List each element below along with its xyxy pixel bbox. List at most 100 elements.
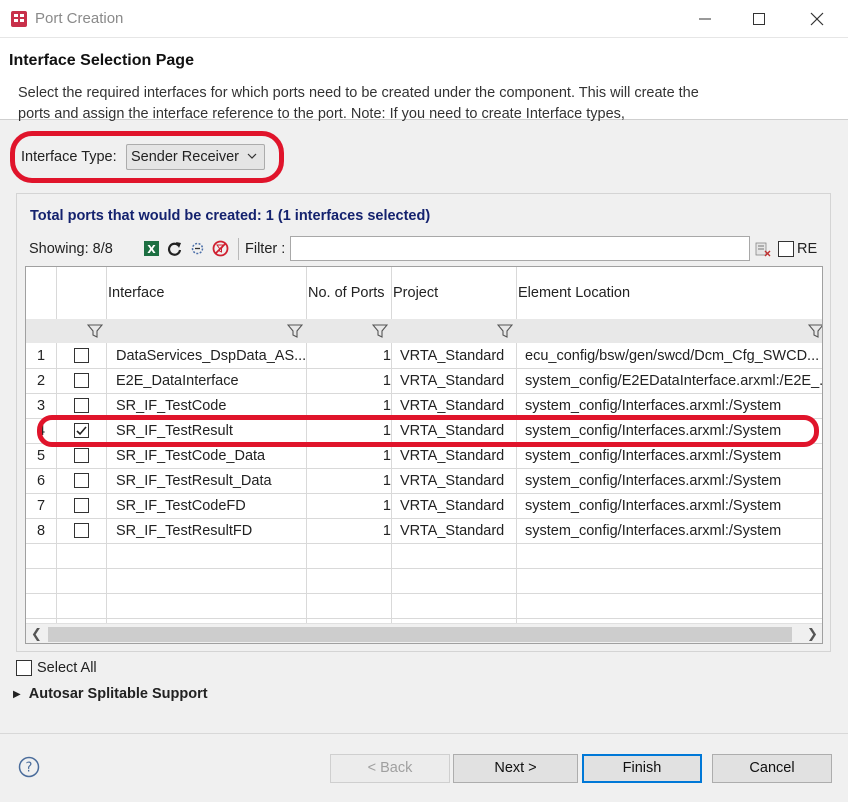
- back-button[interactable]: < Back: [330, 754, 450, 783]
- column-header-project[interactable]: Project: [393, 285, 438, 301]
- app-icon: [11, 11, 27, 27]
- row-number: 8: [37, 523, 46, 539]
- project-cell: VRTA_Standard: [400, 348, 505, 364]
- column-filter-row: [26, 319, 822, 343]
- ports-cell: 1: [382, 498, 391, 514]
- ports-cell: 1: [382, 373, 391, 389]
- table-row[interactable]: 5 SR_IF_TestCode_Data 1 VRTA_Standard system…: [26, 444, 822, 469]
- row-number: 6: [37, 473, 46, 489]
- project-cell: VRTA_Standard: [400, 498, 505, 514]
- next-button[interactable]: Next >: [453, 754, 578, 783]
- location-cell: system_config/Interfaces.arxml:/System: [525, 448, 782, 464]
- scroll-left-icon[interactable]: ❮: [31, 626, 42, 642]
- row-checkbox[interactable]: [74, 373, 89, 388]
- grid-line: [26, 618, 822, 619]
- project-cell: VRTA_Standard: [400, 473, 505, 489]
- maximize-icon: [753, 13, 765, 25]
- title-bar: Port Creation: [0, 0, 848, 38]
- interface-cell: DataServices_DspData_AS...: [116, 348, 306, 364]
- interface-cell: SR_IF_TestResult_Data: [116, 473, 272, 489]
- help-icon[interactable]: ?: [18, 756, 40, 778]
- filter-input[interactable]: [290, 236, 750, 261]
- maximize-button[interactable]: [746, 6, 772, 32]
- clear-text-icon[interactable]: [755, 241, 772, 258]
- ports-cell: 1: [382, 448, 391, 464]
- cancel-button[interactable]: Cancel: [712, 754, 832, 783]
- interface-cell: SR_IF_TestCode: [116, 398, 227, 414]
- splitable-support-label: Autosar Splitable Support: [28, 686, 208, 702]
- horizontal-scrollbar[interactable]: ❮ ❯: [26, 623, 822, 643]
- page-title: Interface Selection Page: [9, 52, 194, 69]
- row-checkbox[interactable]: [74, 523, 89, 538]
- page-header: Interface Selection Page Select the requ…: [0, 38, 848, 122]
- select-all-label: Select All: [37, 660, 97, 676]
- scrollbar-thumb[interactable]: [48, 627, 792, 642]
- location-cell: system_config/E2EDataInterface.arxml:/E2…: [525, 373, 823, 389]
- close-button[interactable]: [804, 6, 830, 32]
- regex-checkbox[interactable]: [778, 241, 794, 257]
- ports-cell: 1: [382, 398, 391, 414]
- row-number: 3: [37, 398, 46, 414]
- ports-cell: 1: [382, 473, 391, 489]
- funnel-icon[interactable]: [497, 323, 513, 339]
- clear-filter-icon[interactable]: [212, 240, 229, 257]
- row-number: 2: [37, 373, 46, 389]
- row-number: 1: [37, 348, 46, 364]
- scroll-right-icon[interactable]: ❯: [807, 626, 818, 642]
- location-cell: system_config/Interfaces.arxml:/System: [525, 523, 782, 539]
- row-number: 5: [37, 448, 46, 464]
- expand-all-icon[interactable]: [189, 240, 206, 257]
- interface-cell: SR_IF_TestCodeFD: [116, 498, 246, 514]
- svg-text:X: X: [147, 243, 156, 256]
- finish-button[interactable]: Finish: [582, 754, 702, 783]
- column-header-ports[interactable]: No. of Ports: [308, 285, 385, 301]
- window-title: Port Creation: [35, 10, 124, 27]
- table-row[interactable]: 2 E2E_DataInterface 1 VRTA_Standard system_c…: [26, 369, 823, 394]
- location-cell: ecu_config/bsw/gen/swcd/Dcm_Cfg_SWCD...: [525, 348, 820, 364]
- interface-cell: E2E_DataInterface: [116, 373, 239, 389]
- highlight-annotation-selected-row: [37, 415, 819, 447]
- project-cell: VRTA_Standard: [400, 373, 505, 389]
- funnel-icon[interactable]: [287, 323, 303, 339]
- page-description: Select the required interfaces for which…: [18, 85, 699, 122]
- location-cell: system_config/Interfaces.arxml:/System: [525, 498, 782, 514]
- project-cell: VRTA_Standard: [400, 398, 505, 414]
- project-cell: VRTA_Standard: [400, 523, 505, 539]
- row-checkbox[interactable]: [74, 498, 89, 513]
- regex-label: RE: [797, 241, 818, 257]
- grid-line: [26, 568, 822, 569]
- interface-cell: SR_IF_TestCode_Data: [116, 448, 266, 464]
- refresh-icon[interactable]: [166, 240, 183, 257]
- table-row[interactable]: 1 DataServices_DspData_AS... 1 VRTA_Standar…: [26, 344, 822, 369]
- minimize-button[interactable]: [692, 6, 718, 32]
- column-header-location[interactable]: Element Location: [518, 285, 630, 301]
- select-all-checkbox[interactable]: [16, 660, 32, 676]
- ports-cell: 1: [382, 523, 391, 539]
- funnel-icon[interactable]: [372, 323, 388, 339]
- footer-divider: [0, 733, 848, 734]
- filter-label: Filter :: [245, 241, 286, 257]
- column-header-interface[interactable]: Interface: [108, 285, 164, 301]
- close-icon: [810, 12, 824, 26]
- excel-export-icon[interactable]: X: [143, 240, 160, 257]
- table-row[interactable]: 8 SR_IF_TestResultFD 1 VRTA_Standard system_…: [26, 519, 822, 544]
- showing-count: Showing: 8/8: [29, 241, 113, 257]
- row-checkbox[interactable]: [74, 448, 89, 463]
- ports-cell: 1: [382, 348, 391, 364]
- highlight-annotation-interface-type: [10, 131, 284, 183]
- table-row[interactable]: 6 SR_IF_TestResult_Data 1 VRTA_Standard syst…: [26, 469, 822, 494]
- location-cell: system_config/Interfaces.arxml:/System: [525, 473, 782, 489]
- row-checkbox[interactable]: [74, 348, 89, 363]
- toolbar-separator: [238, 238, 239, 260]
- interfaces-table: Interface No. of Ports Project Element L…: [25, 266, 823, 644]
- funnel-icon[interactable]: [808, 323, 823, 339]
- splitable-support-section[interactable]: ▶ Autosar Splitable Support: [13, 686, 208, 702]
- table-row[interactable]: 7 SR_IF_TestCodeFD 1 VRTA_Standard system_co…: [26, 494, 822, 519]
- funnel-icon[interactable]: [87, 323, 103, 339]
- total-ports-summary: Total ports that would be created: 1 (1 …: [30, 208, 431, 224]
- row-checkbox[interactable]: [74, 398, 89, 413]
- grid-line: [26, 593, 822, 594]
- row-checkbox[interactable]: [74, 473, 89, 488]
- minimize-icon: [699, 18, 711, 20]
- caret-right-icon: ▶: [13, 689, 21, 700]
